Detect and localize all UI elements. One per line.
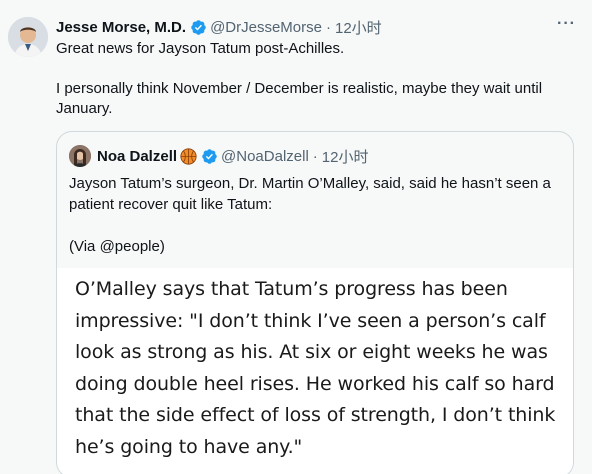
quoted-author-name: Noa Dalzell [97, 147, 178, 165]
image-quote-text: O’Malley says that Tatum’s progress has … [75, 278, 556, 458]
tweet-timestamp[interactable]: 12小时 [335, 17, 382, 38]
author-handle[interactable]: @DrJesseMorse [210, 19, 322, 36]
author-avatar[interactable] [8, 17, 48, 57]
author-name[interactable]: Jesse Morse, M.D. [56, 19, 186, 36]
verified-badge-icon [202, 148, 217, 164]
tweet-text-line: I personally think November / December i… [56, 80, 543, 117]
more-options-icon[interactable]: ··· [557, 15, 576, 33]
tweet-text-line: Great news for Jayson Tatum post-Achille… [56, 40, 345, 57]
quoted-tweet-image[interactable]: O’Malley says that Tatum’s progress has … [57, 268, 573, 474]
quoted-tweet[interactable]: Noa Dalzell @NoaDalzell · 12小时 Jayson Ta… [56, 131, 574, 474]
tweet-header: Jesse Morse, M.D. @DrJesseMorse · 12小时 ·… [56, 15, 582, 38]
tweet-text: Great news for Jayson Tatum post-Achille… [56, 39, 576, 119]
quoted-text-line: (Via @people) [69, 238, 165, 255]
basketball-emoji-icon [180, 147, 197, 165]
author-avatar-image [8, 17, 48, 57]
quoted-text-line: Jayson Tatum’s surgeon, Dr. Martin O’Mal… [69, 175, 551, 213]
quoted-author-handle: @NoaDalzell [221, 147, 309, 165]
quoted-tweet-text: Jayson Tatum’s surgeon, Dr. Martin O’Mal… [69, 173, 563, 257]
quoted-author-avatar-image [69, 145, 91, 167]
quoted-author-avatar [69, 145, 91, 167]
separator-dot: · [325, 18, 331, 36]
verified-badge-icon [191, 19, 206, 35]
quoted-tweet-timestamp: 12小时 [321, 148, 369, 166]
quoted-tweet-header: Noa Dalzell @NoaDalzell · 12小时 [69, 145, 561, 167]
separator-dot: · [312, 147, 318, 165]
tweet-card[interactable]: Jesse Morse, M.D. @DrJesseMorse · 12小时 ·… [0, 0, 592, 474]
